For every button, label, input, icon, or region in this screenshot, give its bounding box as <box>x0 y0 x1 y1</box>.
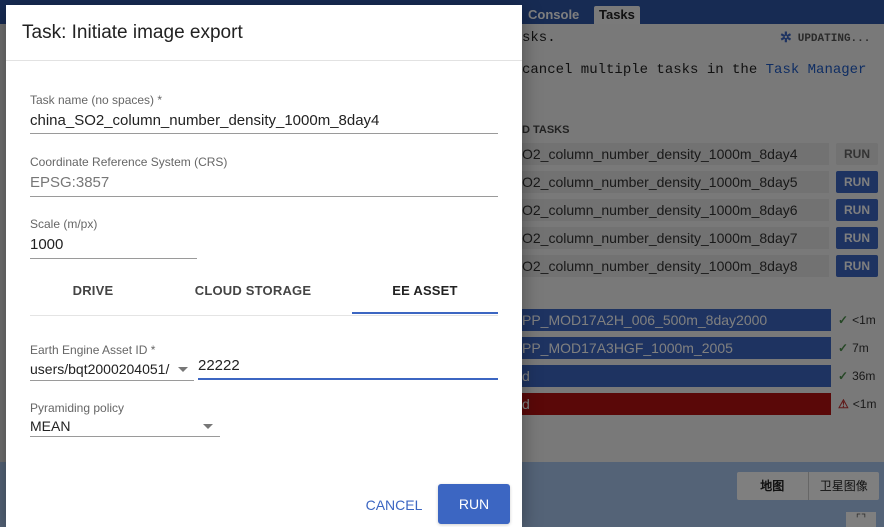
scale-input[interactable]: 1000 <box>30 236 63 253</box>
title-divider <box>6 60 522 61</box>
asset-id-underline <box>198 378 498 380</box>
asset-id-label: Earth Engine Asset ID * <box>30 343 156 357</box>
scale-label: Scale (m/px) <box>30 217 98 231</box>
export-dialog: Task: Initiate image export Task name (n… <box>6 5 522 527</box>
asset-prefix-select[interactable]: users/bqt2000204051/ <box>30 361 169 377</box>
asset-id-input[interactable]: 22222 <box>198 357 240 374</box>
task-name-underline <box>30 133 498 134</box>
pyramiding-label: Pyramiding policy <box>30 401 125 415</box>
task-name-input[interactable]: china_SO2_column_number_density_1000m_8d… <box>30 112 379 129</box>
active-tab-indicator <box>352 312 498 314</box>
pyramiding-underline <box>30 436 220 437</box>
crs-underline <box>30 196 498 197</box>
chevron-down-icon[interactable] <box>178 367 188 372</box>
tab-cloud-storage[interactable]: CLOUD STORAGE <box>178 281 328 315</box>
run-button[interactable]: RUN <box>438 484 510 524</box>
cancel-button[interactable]: CANCEL <box>362 489 426 521</box>
tab-ee-asset[interactable]: EE ASSET <box>352 281 498 315</box>
crs-label: Coordinate Reference System (CRS) <box>30 155 228 169</box>
destination-tabs: DRIVE CLOUD STORAGE EE ASSET <box>30 281 498 315</box>
tabs-divider <box>30 315 498 316</box>
asset-prefix-underline <box>30 380 194 381</box>
tab-drive[interactable]: DRIVE <box>30 281 156 315</box>
crs-input[interactable]: EPSG:3857 <box>30 174 109 191</box>
task-name-label: Task name (no spaces) * <box>30 93 163 107</box>
pyramiding-select[interactable]: MEAN <box>30 418 70 434</box>
chevron-down-icon[interactable] <box>203 424 213 429</box>
dialog-title: Task: Initiate image export <box>22 22 243 43</box>
scale-underline <box>30 258 197 259</box>
